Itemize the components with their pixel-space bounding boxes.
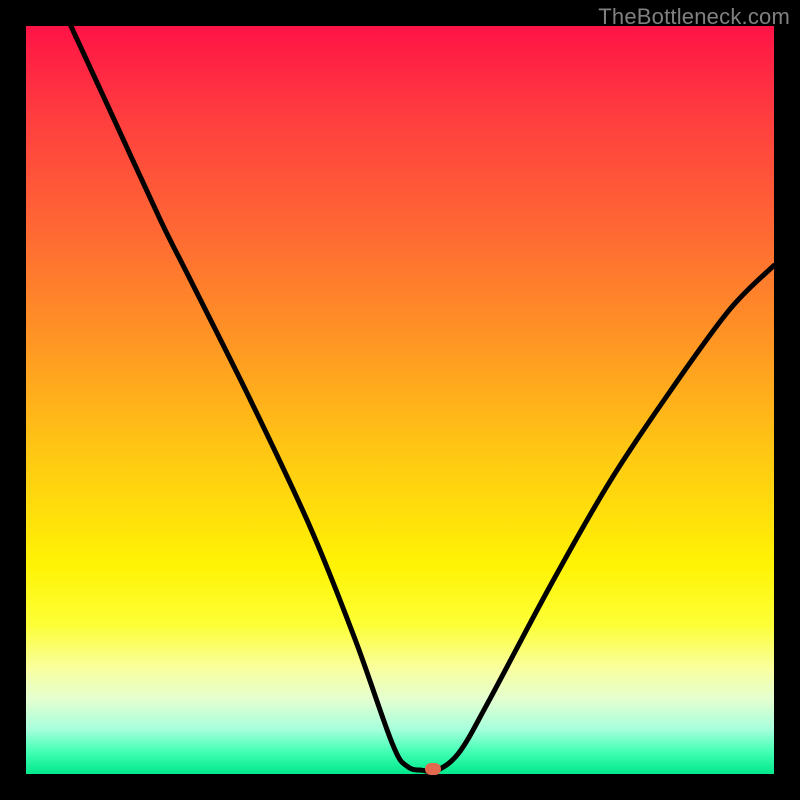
optimal-point-marker [425, 763, 441, 775]
plot-area [26, 26, 774, 774]
stage: TheBottleneck.com [0, 0, 800, 800]
curve-svg [26, 26, 774, 774]
bottleneck-curve [71, 26, 774, 772]
